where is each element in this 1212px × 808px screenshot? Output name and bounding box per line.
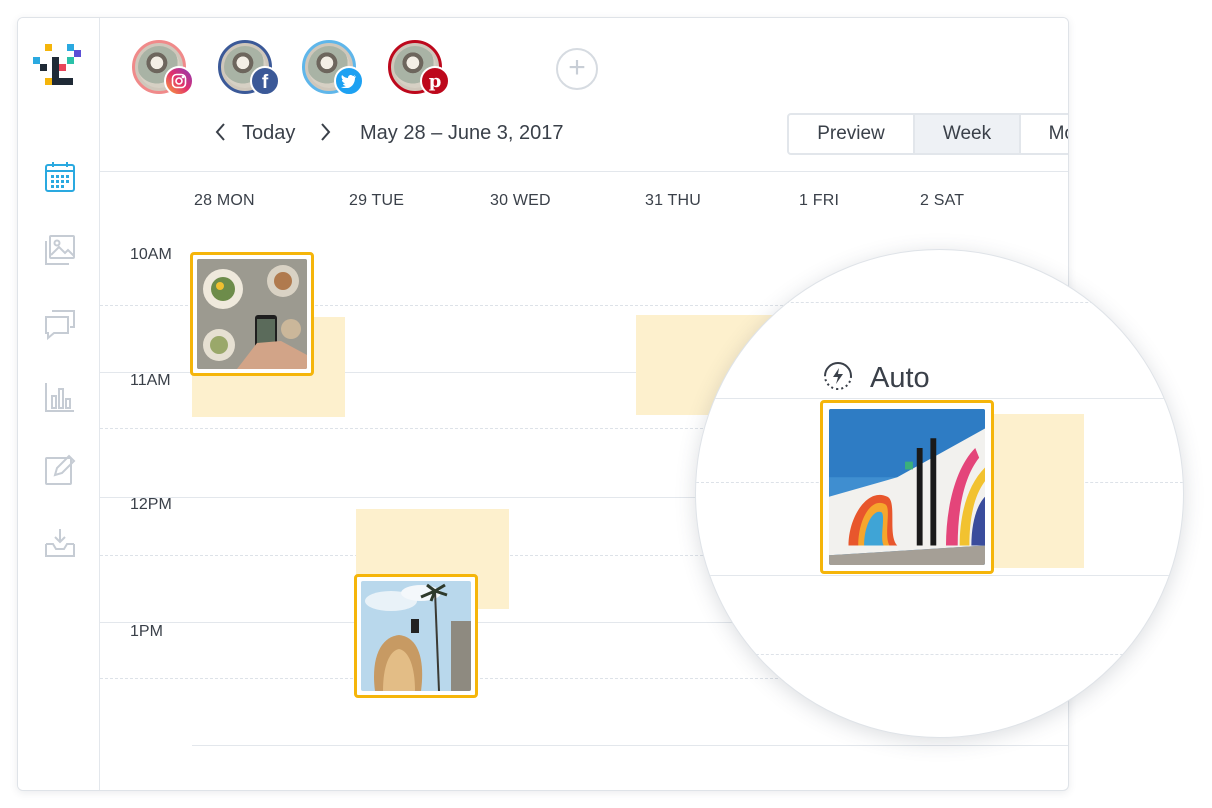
app-logo[interactable] [33, 44, 83, 96]
calendar-header: f p + Today May 28 – June 3, 2017 Previe… [100, 18, 1068, 172]
view-preview-button[interactable]: Preview [789, 115, 915, 153]
post-photo [829, 409, 985, 565]
calendar-icon[interactable] [43, 160, 77, 194]
download-icon[interactable] [43, 526, 77, 560]
facebook-icon: f [250, 66, 280, 96]
day-header: 30 WED [490, 192, 551, 209]
half-hour-line [696, 302, 1183, 303]
post-photo [197, 259, 307, 369]
hour-label: 1PM [130, 623, 163, 640]
media-library-icon[interactable] [43, 233, 77, 267]
sidebar [18, 18, 100, 790]
hour-label: 11AM [130, 372, 171, 389]
pinterest-icon: p [420, 66, 450, 96]
auto-publish-label: Auto [870, 362, 930, 394]
date-range-label: May 28 – June 3, 2017 [360, 122, 564, 144]
chevron-left-icon[interactable] [212, 120, 230, 144]
hour-label: 12PM [130, 496, 172, 513]
analytics-icon[interactable] [43, 380, 77, 414]
conversations-icon[interactable] [43, 307, 77, 341]
instagram-icon [164, 66, 194, 96]
view-month-button[interactable]: Month [1021, 115, 1068, 153]
add-account-button[interactable]: + [556, 48, 598, 90]
today-button[interactable]: Today [242, 122, 295, 145]
zoom-magnifier: Auto [695, 249, 1184, 738]
twitter-icon [334, 66, 364, 96]
day-header: 2 SAT [920, 192, 965, 209]
day-header: 29 TUE [349, 192, 405, 209]
view-switcher: Preview Week Month [787, 113, 1068, 155]
scheduled-post[interactable] [354, 574, 478, 698]
day-header: 28 MON [194, 192, 255, 209]
edit-icon[interactable] [43, 453, 77, 487]
auto-publish-icon [822, 360, 854, 392]
day-header: 1 FRI [799, 192, 840, 209]
scheduled-post[interactable] [820, 400, 994, 574]
chevron-right-icon[interactable] [316, 120, 334, 144]
hour-line [192, 745, 1068, 746]
view-week-button[interactable]: Week [915, 115, 1021, 153]
day-header: 31 THU [645, 192, 702, 209]
hour-line [696, 398, 1183, 399]
scheduled-post[interactable] [190, 252, 314, 376]
half-hour-line [696, 654, 1183, 655]
hour-line [696, 575, 1183, 576]
hour-label: 10AM [130, 246, 172, 263]
post-photo [361, 581, 471, 691]
